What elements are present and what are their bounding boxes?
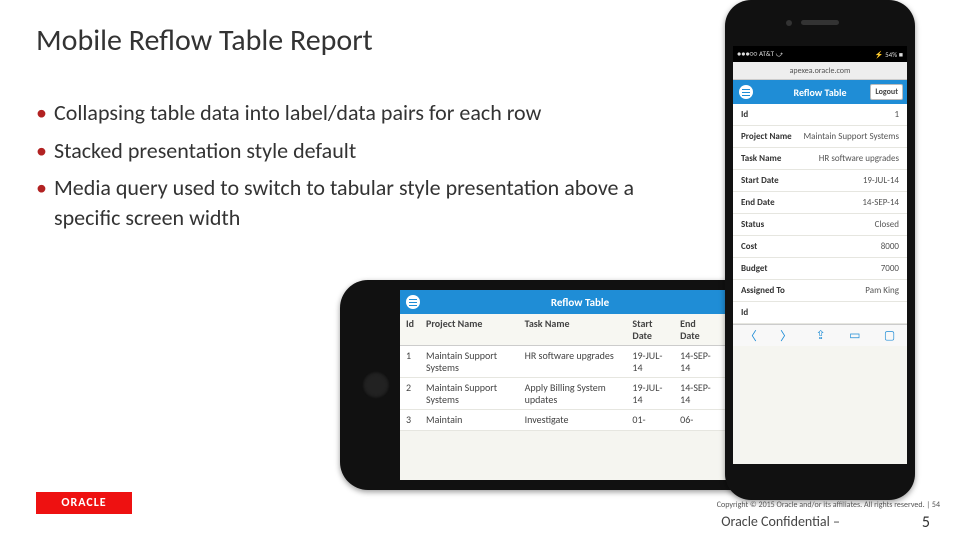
table-row: 3 Maintain Investigate 01- 06- Open — [400, 410, 760, 431]
confidential-label: Oracle Confidential – — [721, 513, 840, 530]
forward-icon[interactable]: 〉 — [780, 327, 792, 344]
bullet-item: Media query used to switch to tabular st… — [36, 173, 676, 232]
table-row: 2 Maintain Support Systems Apply Billing… — [400, 378, 760, 410]
navbar-title: Reflow Table — [551, 296, 609, 309]
copyright-text: Copyright © 2015 Oracle and/or its affil… — [717, 500, 940, 510]
slide-title: Mobile Reflow Table Report — [36, 22, 373, 59]
list-item: StatusClosed — [733, 214, 907, 236]
reflow-table: Id Project Name Task Name Start Date End… — [400, 314, 760, 431]
menu-icon[interactable] — [739, 85, 753, 99]
page-number: 5 — [922, 513, 930, 532]
list-item: Start Date19-JUL-14 — [733, 170, 907, 192]
navbar-title: Reflow Table — [793, 86, 846, 99]
phone-portrait-screen: ●●●○○ AT&T ⤻ ⚡ 54% ■ apexea.oracle.com R… — [733, 46, 907, 464]
list-item: Task NameHR software upgrades — [733, 148, 907, 170]
app-navbar-portrait: Reflow Table Logout — [733, 80, 907, 104]
url-bar[interactable]: apexea.oracle.com — [733, 62, 907, 80]
list-item: End Date14-SEP-14 — [733, 192, 907, 214]
col-header: Id — [400, 314, 420, 346]
bullet-list: Collapsing table data into label/data pa… — [36, 98, 676, 241]
bullet-item: Collapsing table data into label/data pa… — [36, 98, 676, 128]
list-item: Cost8000 — [733, 236, 907, 258]
speaker-icon — [801, 20, 839, 25]
safari-toolbar: 〈 〉 ⇪ ▭ ▢ — [733, 324, 907, 346]
bullet-item: Stacked presentation style default — [36, 136, 676, 166]
oracle-logo: ORACLE — [36, 492, 132, 514]
phone-landscape: Reflow Table Id Project Name Task Name S… — [340, 280, 770, 490]
col-header: Task Name — [519, 314, 627, 346]
list-item: Id — [733, 302, 907, 324]
list-item: Id1 — [733, 104, 907, 126]
phone-landscape-screen: Reflow Table Id Project Name Task Name S… — [400, 290, 760, 480]
list-item: Assigned ToPam King — [733, 280, 907, 302]
menu-icon[interactable] — [406, 295, 420, 309]
tabs-icon[interactable]: ▢ — [884, 328, 895, 343]
status-bar: ●●●○○ AT&T ⤻ ⚡ 54% ■ — [733, 46, 907, 62]
table-row: 1 Maintain Support Systems HR software u… — [400, 346, 760, 378]
stacked-list: Id1 Project NameMaintain Support Systems… — [733, 104, 907, 324]
logout-button[interactable]: Logout — [870, 84, 903, 100]
col-header: Project Name — [420, 314, 519, 346]
share-icon[interactable]: ⇪ — [816, 328, 826, 343]
list-item: Budget7000 — [733, 258, 907, 280]
list-item: Project NameMaintain Support Systems — [733, 126, 907, 148]
col-header: Start Date — [626, 314, 674, 346]
bookmarks-icon[interactable]: ▭ — [849, 328, 860, 343]
app-navbar: Reflow Table — [400, 290, 760, 314]
col-header: End Date — [674, 314, 721, 346]
back-icon[interactable]: 〈 — [745, 327, 757, 344]
phone-portrait: ●●●○○ AT&T ⤻ ⚡ 54% ■ apexea.oracle.com R… — [725, 0, 915, 500]
camera-icon — [786, 20, 792, 26]
